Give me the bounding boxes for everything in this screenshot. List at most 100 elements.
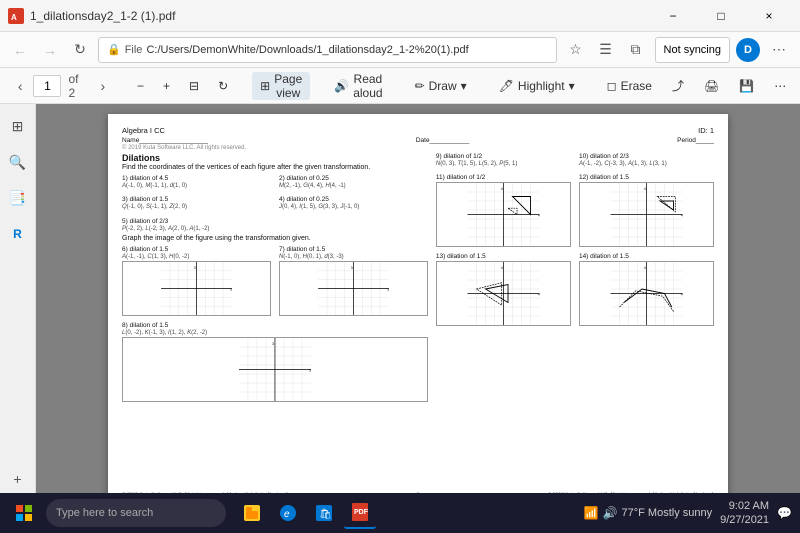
svg-text:4: 4: [538, 292, 540, 296]
graphs-13-14: 13) dilation of 1.5: [436, 253, 714, 329]
graph-7: 3 3: [279, 261, 428, 316]
date-field: Date___________: [416, 137, 470, 144]
taskbar-app-pdf[interactable]: PDF: [344, 497, 376, 529]
graph-8: 3 3: [122, 337, 428, 402]
graph-problems-left: 6) dilation of 1.5 A(-1, -1), C(1, 3), H…: [122, 246, 428, 319]
page-id: ID: 1: [698, 126, 714, 135]
sidebar-r-icon[interactable]: R: [4, 220, 32, 248]
svg-text:4: 4: [538, 213, 540, 217]
settings-button[interactable]: ⋯: [766, 37, 792, 63]
svg-text:4: 4: [501, 187, 503, 191]
svg-text:3: 3: [309, 368, 311, 372]
pdf-page-header: Algebra I CC ID: 1: [122, 126, 714, 135]
graphs-11-12: 11) dilation of 1/2: [436, 174, 714, 250]
taskbar-app-edge[interactable]: e: [272, 497, 304, 529]
volume-icon[interactable]: 🔊: [603, 506, 618, 520]
taskbar-app-explorer[interactable]: [236, 497, 268, 529]
clock-time: 9:02 AM: [720, 499, 769, 513]
text-problems-grid: 1) dilation of 4.5 A(-1, 0), M(-1, 1), d…: [122, 175, 428, 214]
period-field: Period_____: [677, 137, 714, 144]
name-field: Name___________________: [122, 137, 208, 144]
print-button[interactable]: 🖨: [696, 72, 727, 100]
problem-8: 8) dilation of 1.5 L(0, -2), K(-1, 3), I…: [122, 322, 428, 402]
window-title: 1_dilationsday2_1-2 (1).pdf: [30, 9, 175, 23]
profile-avatar[interactable]: D: [736, 38, 760, 62]
forward-button[interactable]: →: [38, 38, 62, 62]
draw-chevron: ▾: [461, 79, 467, 93]
draw-button[interactable]: ✏ Draw ▾: [407, 72, 475, 100]
start-button[interactable]: [8, 497, 40, 529]
zoom-in-button[interactable]: +: [155, 72, 178, 100]
close-button[interactable]: ×: [746, 0, 792, 32]
title-bar-left: A 1_dilationsday2_1-2 (1).pdf: [8, 8, 175, 24]
zoom-out-button[interactable]: −: [129, 72, 152, 100]
sidebar-search-icon[interactable]: 🔍: [4, 148, 32, 176]
star-button[interactable]: ☆: [563, 37, 589, 63]
clock-date: 9/27/2021: [720, 513, 769, 527]
read-aloud-icon: 🔊: [334, 79, 349, 93]
notification-icon[interactable]: 💬: [777, 506, 792, 520]
main-content: ⊞ 🔍 📑 R + Algebra I CC ID: 1 Name_______…: [0, 104, 800, 493]
graph-11: 4 4: [436, 182, 571, 247]
collections-button[interactable]: ☰: [593, 37, 619, 63]
erase-button[interactable]: ◻ Erase: [599, 72, 660, 100]
page-view-icon: ⊞: [260, 79, 270, 93]
window-controls: − □ ×: [650, 0, 792, 32]
svg-text:3: 3: [387, 287, 389, 291]
taskbar-search-input[interactable]: [46, 499, 226, 527]
highlight-chevron: ▾: [569, 79, 575, 93]
share-button[interactable]: ⤴: [664, 72, 692, 100]
class-name: Algebra I CC: [122, 126, 165, 135]
problem-4: 4) dilation of 0.25 J(0, 4), I(1, 5), G(…: [279, 196, 428, 211]
not-syncing-button[interactable]: Not syncing: [655, 37, 730, 63]
problem-6: 6) dilation of 1.5 A(-1, -1), C(1, 3), H…: [122, 246, 271, 316]
refresh-button[interactable]: ↻: [68, 38, 92, 62]
problem-9: 9) dilation of 1/2 N(0, 3), T(1, 5), L(5…: [436, 153, 571, 168]
problem-14: 14) dilation of 1.5: [579, 253, 714, 326]
graph-14: 4 4: [579, 261, 714, 326]
more-tools-button[interactable]: ⋯: [766, 72, 794, 100]
bottom-page-num: -2-: [415, 492, 421, 493]
maximize-button[interactable]: □: [698, 0, 744, 32]
read-aloud-button[interactable]: 🔊 Read aloud: [326, 72, 390, 100]
svg-text:4: 4: [681, 213, 683, 217]
copyright: © 2019 Kuta Software LLC. All rights res…: [122, 145, 714, 151]
page-number-input[interactable]: [33, 75, 61, 97]
extensions-button[interactable]: ⧉: [623, 37, 649, 63]
sidebar-thumbnails-icon[interactable]: ⊞: [4, 112, 32, 140]
sidebar-bookmarks-icon[interactable]: 📑: [4, 184, 32, 212]
network-icon[interactable]: 📶: [584, 506, 599, 520]
page-view-label: Page view: [274, 72, 302, 100]
draw-label: Draw: [429, 79, 457, 93]
erase-icon: ◻: [607, 79, 617, 93]
minimize-button[interactable]: −: [650, 0, 696, 32]
lock-icon: 🔒: [107, 43, 121, 56]
draw-icon: ✏: [415, 79, 425, 93]
problem-11: 11) dilation of 1/2: [436, 174, 571, 247]
svg-text:4: 4: [644, 266, 646, 270]
bottom-bar: © 2013 Kuta Software LLC. All rights res…: [122, 492, 714, 493]
save-button[interactable]: 💾: [731, 72, 762, 100]
taskbar-clock[interactable]: 9:02 AM 9/27/2021: [720, 499, 769, 528]
pdf-app-icon: A: [8, 8, 24, 24]
address-actions: ☆ ☰ ⧉: [563, 37, 649, 63]
prev-page-button[interactable]: ‹: [10, 74, 30, 98]
back-button[interactable]: ←: [8, 38, 32, 62]
page-view-button[interactable]: ⊞ Page view: [252, 72, 310, 100]
svg-text:3: 3: [351, 266, 353, 270]
next-page-button[interactable]: ›: [93, 74, 113, 98]
rotate-button[interactable]: ↻: [210, 72, 236, 100]
address-bar: ← → ↻ 🔒 File C:/Users/DemonWhite/Downloa…: [0, 32, 800, 68]
sidebar-add-icon[interactable]: +: [4, 465, 32, 493]
svg-text:PDF: PDF: [354, 509, 369, 516]
page-nav-group: ‹ of 2 ›: [10, 72, 113, 100]
zoom-group: − + ⊟ ↻: [129, 72, 236, 100]
svg-text:e: e: [284, 509, 290, 520]
fit-page-button[interactable]: ⊟: [181, 72, 207, 100]
svg-text:4: 4: [681, 292, 683, 296]
taskbar-app-store[interactable]: 🛍: [308, 497, 340, 529]
pdf-page: Algebra I CC ID: 1 Name_________________…: [108, 114, 728, 493]
highlight-icon: 🖊: [499, 79, 514, 93]
address-field[interactable]: 🔒 File C:/Users/DemonWhite/Downloads/1_d…: [98, 37, 557, 63]
highlight-button[interactable]: 🖊 Highlight ▾: [491, 72, 583, 100]
